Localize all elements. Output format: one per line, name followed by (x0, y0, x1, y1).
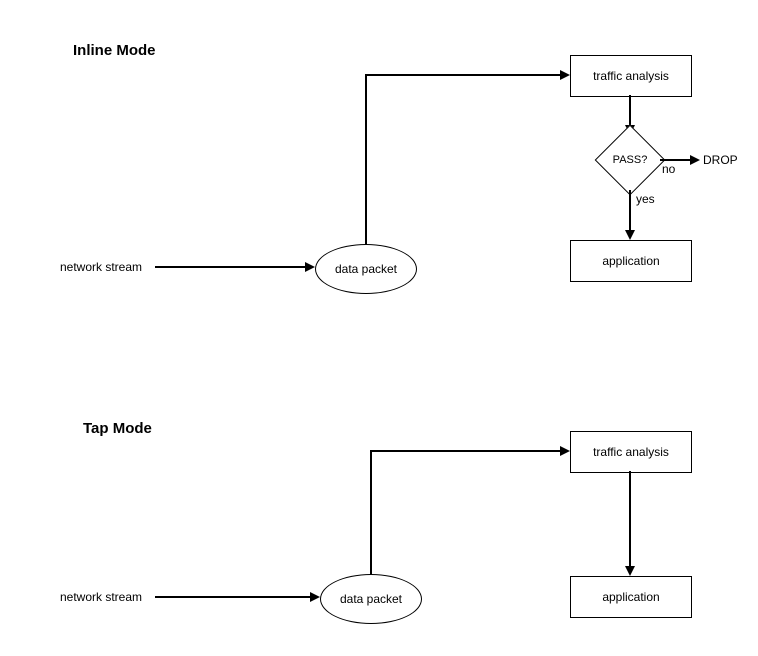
tap-application-node: application (570, 576, 692, 618)
tap-application-text: application (602, 590, 659, 604)
inline-mode-title: Inline Mode (73, 42, 156, 59)
arrow-right-icon (560, 446, 570, 456)
line (155, 266, 305, 268)
tap-network-stream-label: network stream (60, 590, 142, 604)
inline-no-label: no (662, 162, 675, 176)
inline-data-packet-text: data packet (335, 262, 397, 276)
arrow-down-icon (625, 230, 635, 240)
arrow-right-icon (690, 155, 700, 165)
tap-traffic-analysis-text: traffic analysis (593, 445, 669, 459)
arrow-right-icon (560, 70, 570, 80)
line (660, 159, 690, 161)
tap-mode-title: Tap Mode (83, 420, 152, 437)
inline-application-node: application (570, 240, 692, 282)
inline-network-stream-label: network stream (60, 260, 142, 274)
line (365, 74, 367, 244)
line (370, 450, 560, 452)
inline-traffic-analysis-text: traffic analysis (593, 69, 669, 83)
inline-drop-label: DROP (703, 153, 738, 167)
line (629, 190, 631, 230)
line (155, 596, 310, 598)
line (365, 74, 560, 76)
inline-traffic-analysis-node: traffic analysis (570, 55, 692, 97)
arrow-right-icon (305, 262, 315, 272)
inline-yes-label: yes (636, 192, 655, 206)
tap-traffic-analysis-node: traffic analysis (570, 431, 692, 473)
arrow-down-icon (625, 566, 635, 576)
tap-data-packet-node: data packet (320, 574, 422, 624)
inline-application-text: application (602, 254, 659, 268)
line (629, 95, 631, 125)
arrow-right-icon (310, 592, 320, 602)
line (370, 450, 372, 574)
inline-pass-decision-node: PASS? (605, 135, 655, 185)
tap-data-packet-text: data packet (340, 592, 402, 606)
inline-pass-text: PASS? (605, 135, 655, 185)
line (629, 471, 631, 566)
inline-data-packet-node: data packet (315, 244, 417, 294)
